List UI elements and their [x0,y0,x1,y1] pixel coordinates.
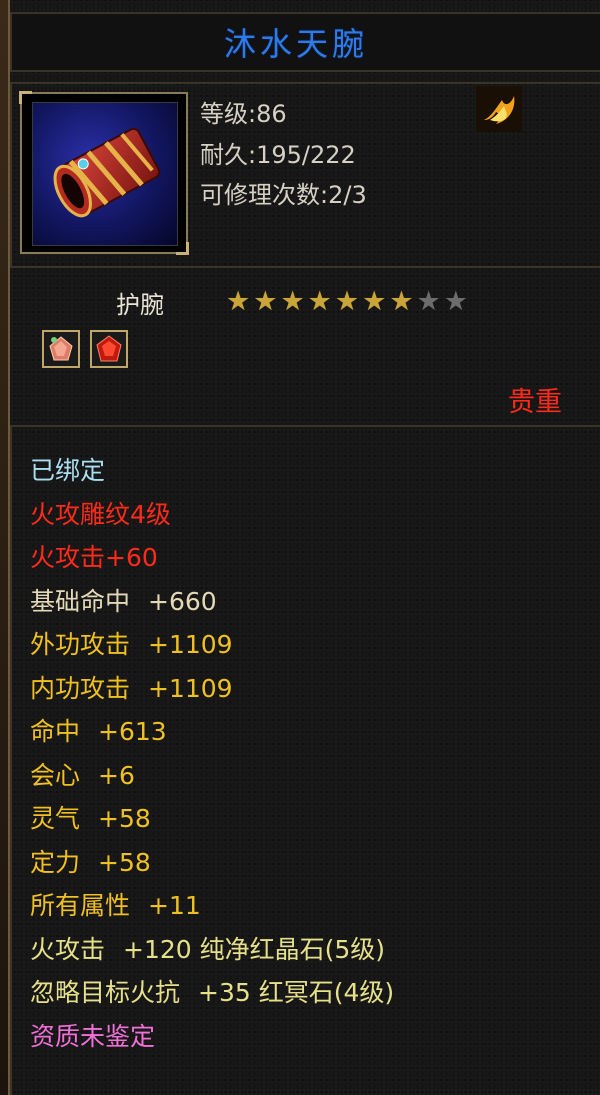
star-filled-icon: ★ [334,286,360,317]
item-level: 等级:86 [200,100,287,128]
item-repair-count: 可修理次数:2/3 [200,181,367,209]
attribute-label: 定力 [30,847,81,877]
star-filled-icon: ★ [226,286,251,317]
star-filled-icon: ★ [307,286,332,317]
background-panel-edge [0,0,8,1095]
pink-gem-icon[interactable] [42,330,80,368]
item-icon-frame [19,91,189,255]
star-filled-icon: ★ [362,286,387,317]
attribute-label: 会心 [30,760,81,790]
attribute-row: 火攻击+60 [30,543,158,573]
attribute-row: 基础命中 +660 [30,587,217,617]
attribute-label: 命中 [30,717,81,746]
fire-element-icon [476,86,522,132]
attribute-value: +6 [98,760,135,790]
attribute-value: +613 [98,717,167,746]
attribute-row: 定力 +58 [30,848,151,878]
item-durability: 耐久:195/222 [200,141,356,169]
attribute-label: 火攻雕纹4级 [30,499,171,529]
attribute-value: +58 [98,804,151,833]
attribute-row: 火攻击 +120 纯净红晶石(5级) [30,935,385,965]
attribute-row: 所有属性 +11 [30,891,201,921]
attribute-row: 资质未鉴定 [30,1022,155,1052]
attribute-value: +35 红冥石(4级) [198,978,395,1007]
attribute-value: +660 [148,586,217,616]
bracer-icon [32,102,178,246]
star-empty-icon: ★ [443,286,468,317]
attribute-label: 外功攻击 [30,630,131,659]
attribute-row: 内功攻击 +1109 [30,674,233,704]
attribute-value: +58 [98,847,151,877]
attribute-row: 会心 +6 [30,761,135,791]
attribute-row: 灵气 +58 [30,804,151,834]
attribute-label: 忽略目标火抗 [30,978,181,1007]
star-rating: ★ ★ ★ ★ ★ ★ ★ ★ ★ [226,287,468,317]
attribute-label: 火攻击+60 [30,543,158,572]
attribute-label: 内功攻击 [30,673,131,703]
attribute-label: 已绑定 [30,456,106,485]
attribute-row: 忽略目标火抗 +35 红冥石(4级) [30,978,394,1008]
attribute-label: 资质未鉴定 [30,1021,156,1051]
attribute-row: 火攻雕纹4级 [30,500,171,530]
star-filled-icon: ★ [389,286,414,317]
attribute-value: +1109 [148,630,233,659]
star-filled-icon: ★ [253,286,278,317]
attribute-label: 所有属性 [30,891,131,920]
attribute-value: +1109 [148,673,233,703]
star-empty-icon: ★ [416,286,441,317]
attribute-label: 基础命中 [30,586,131,616]
attribute-row: 命中 +613 [30,717,167,747]
star-filled-icon: ★ [280,286,305,317]
attribute-label: 火攻击 [30,934,106,964]
attribute-value: +11 [148,891,201,920]
attribute-value: +120 纯净红晶石(5级) [123,934,386,964]
item-title-bar: 沐水天腕 [10,12,600,72]
attribute-row: 已绑定 [30,456,105,486]
attribute-row: 外功攻击 +1109 [30,630,233,660]
item-name: 沐水天腕 [223,25,368,63]
attribute-label: 灵气 [30,804,81,833]
item-type: 护腕 [116,291,164,319]
value-tag: 贵重 [508,387,562,418]
red-gem-icon[interactable] [90,330,128,368]
